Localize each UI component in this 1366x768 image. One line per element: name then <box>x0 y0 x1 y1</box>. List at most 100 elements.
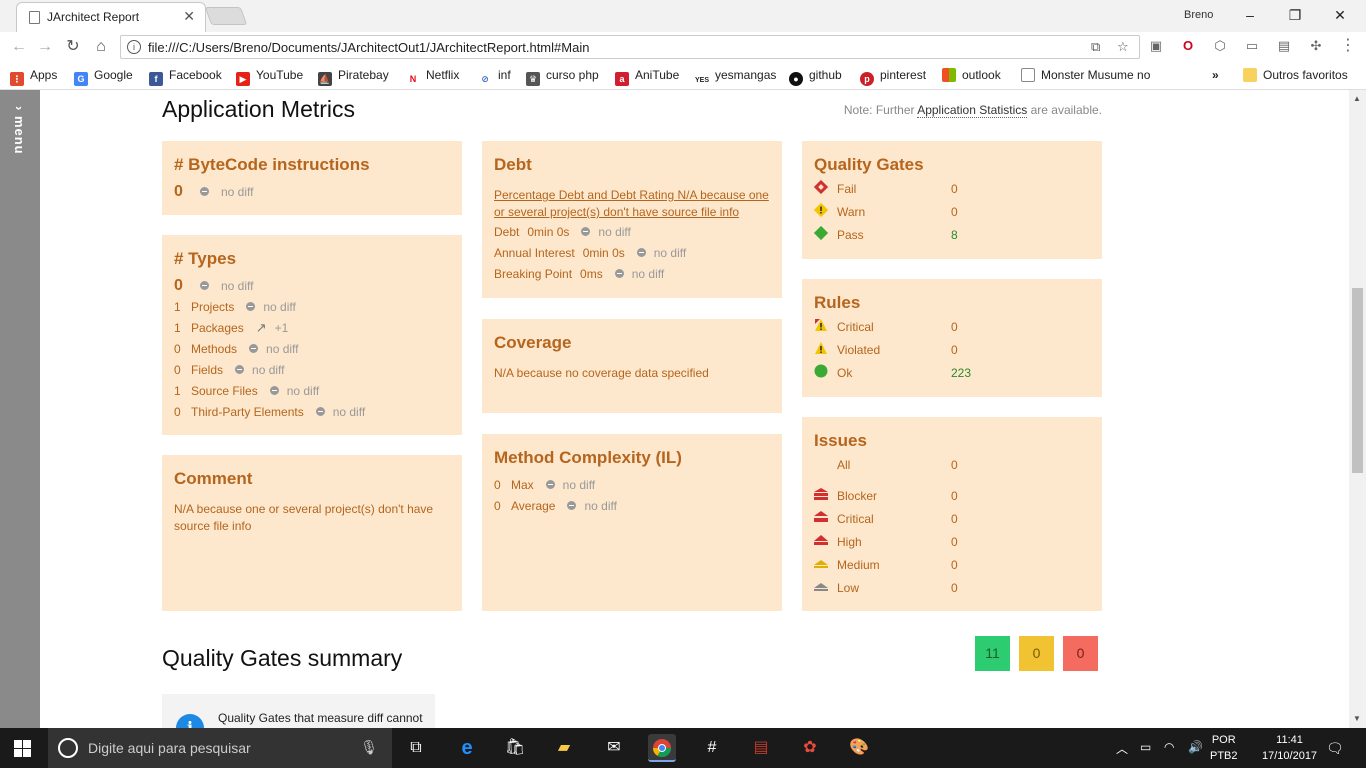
language-indicator[interactable]: POR PTB2 <box>1210 732 1238 764</box>
cortana-icon <box>58 738 78 758</box>
taskbar-search[interactable]: Digite aqui para pesquisar 🎙 <box>48 728 392 768</box>
mail-icon[interactable]: ✉ <box>600 734 628 762</box>
types-row-packages[interactable]: 1 Packages ↗ +1 <box>174 317 450 338</box>
side-menu-label[interactable]: › menu <box>12 106 27 155</box>
qg-summary-warn-box[interactable]: 0 <box>1019 636 1054 671</box>
ok-circle-icon <box>814 364 837 381</box>
types-row-fields[interactable]: 0 Fields no diff <box>174 359 450 380</box>
complexity-row-max[interactable]: 0 Max no diff <box>494 474 770 495</box>
debt-rating-link[interactable]: Percentage Debt and Debt Rating N/A beca… <box>494 188 769 219</box>
paint-icon[interactable]: 🎨 <box>845 734 873 762</box>
new-tab-button[interactable] <box>204 7 248 25</box>
reload-icon[interactable]: ↻ <box>62 36 84 58</box>
start-windows-icon[interactable] <box>14 740 32 757</box>
qg-summary-fail-box[interactable]: 0 <box>1063 636 1098 671</box>
info-icon[interactable]: i <box>127 40 141 54</box>
tab-close-icon[interactable]: ✕ <box>183 8 195 25</box>
close-window-button[interactable]: ✕ <box>1320 4 1360 26</box>
extension-screen-icon[interactable]: ▭ <box>1243 37 1261 55</box>
minimize-button[interactable]: – <box>1230 4 1270 26</box>
rules-row-ok[interactable]: Ok 223 <box>814 361 1090 384</box>
bookmark-facebook[interactable]: f Facebook <box>149 68 222 86</box>
extension-cube-icon[interactable]: ⬡ <box>1211 37 1229 55</box>
scroll-thumb[interactable] <box>1352 288 1363 473</box>
bookmark-other-favorites[interactable]: Outros favoritos <box>1243 68 1348 82</box>
app-statistics-link[interactable]: Application Statistics <box>917 103 1028 118</box>
bookmark-google[interactable]: G Google <box>74 68 133 86</box>
bookmark-monster-musume[interactable]: Monster Musume no <box>1021 68 1150 82</box>
more-bookmarks-button[interactable]: » <box>1212 68 1219 82</box>
volume-icon[interactable]: 🔊 <box>1188 740 1203 754</box>
store-icon[interactable]: 🛍 <box>501 734 529 762</box>
qg-summary-pass-box[interactable]: 11 <box>975 636 1010 671</box>
bookmark-inf[interactable]: ⊘ inf <box>478 68 511 86</box>
scroll-down-icon[interactable]: ▼ <box>1353 714 1361 723</box>
tray-chevron-icon[interactable]: ︿ <box>1116 740 1128 757</box>
edge-icon[interactable]: e <box>453 734 481 762</box>
windows-icon <box>942 68 956 82</box>
slack-icon[interactable]: # <box>698 734 726 762</box>
bookmark-curso-php[interactable]: ♛ curso php <box>526 68 599 86</box>
wifi-icon[interactable]: ◠ <box>1164 740 1174 754</box>
forward-arrow-icon[interactable]: → <box>34 36 56 58</box>
qg-row-pass[interactable]: Pass 8 <box>813 223 1090 246</box>
extension-camera-icon[interactable]: ▣ <box>1147 37 1165 55</box>
pass-diamond-icon <box>813 225 837 243</box>
types-row-source-files[interactable]: 1 Source Files no diff <box>174 380 450 401</box>
types-row-methods[interactable]: 0 Methods no diff <box>174 338 450 359</box>
comment-text: N/A because one or several project(s) do… <box>174 502 434 533</box>
issues-row-medium[interactable]: Medium 0 <box>814 553 1090 576</box>
types-row-projects[interactable]: 1 Projects no diff <box>174 296 450 317</box>
bookmark-youtube[interactable]: ▶ YouTube <box>236 68 303 86</box>
rules-row-violated[interactable]: Violated 0 <box>814 338 1090 361</box>
complexity-row-average[interactable]: 0 Average no diff <box>494 495 770 516</box>
opera-icon[interactable]: O <box>1179 37 1197 55</box>
chrome-menu-icon[interactable]: ⋮ <box>1339 37 1357 55</box>
bytecode-card: # ByteCode instructions 0 no diff <box>162 141 462 215</box>
issues-row-high[interactable]: High 0 <box>814 530 1090 553</box>
bookmark-anitube[interactable]: a AniTube <box>615 68 679 86</box>
extension-pdf-icon[interactable]: ▤ <box>1275 37 1293 55</box>
profile-name[interactable]: Breno <box>1184 9 1213 21</box>
back-arrow-icon[interactable]: ← <box>8 36 30 58</box>
bookmark-pinterest[interactable]: p pinterest <box>860 68 926 86</box>
scroll-up-icon[interactable]: ▲ <box>1353 94 1361 103</box>
vertical-scrollbar[interactable]: ▲ ▼ <box>1349 90 1366 728</box>
bookmark-yesmangas[interactable]: YES yesmangas <box>695 68 776 88</box>
bookmark-github[interactable]: ● github <box>789 68 842 86</box>
file-explorer-icon[interactable]: ▰ <box>550 734 578 762</box>
qg-row-fail[interactable]: Fail 0 <box>813 177 1090 200</box>
taskbar-search-placeholder: Digite aqui para pesquisar <box>88 740 251 756</box>
bookmark-piratebay[interactable]: ⛵ Piratebay <box>318 68 389 86</box>
rules-row-critical[interactable]: Critical 0 <box>814 315 1090 338</box>
restore-button[interactable]: ❐ <box>1275 4 1315 26</box>
bookmark-star-icon[interactable]: ☆ <box>1117 39 1129 55</box>
bookmark-netflix[interactable]: N Netflix <box>406 68 459 86</box>
page-icon <box>29 11 40 24</box>
bookmark-apps[interactable]: ⋮ Apps <box>10 68 57 86</box>
task-view-icon[interactable]: ⧉ <box>402 734 430 762</box>
issues-row-low[interactable]: Low 0 <box>814 576 1090 599</box>
no-diff-icon <box>200 187 209 196</box>
microphone-icon[interactable]: 🎙 <box>360 739 378 756</box>
types-row-third-party[interactable]: 0 Third-Party Elements no diff <box>174 401 450 422</box>
issues-row-blocker[interactable]: Blocker 0 <box>814 484 1090 507</box>
extension-gear-icon[interactable]: ✣ <box>1307 37 1325 55</box>
address-bar[interactable]: i file:///C:/Users/Breno/Documents/JArch… <box>120 35 1140 59</box>
browser-tab[interactable]: JArchitect Report ✕ <box>16 2 206 32</box>
translate-icon[interactable]: ⧉ <box>1091 39 1100 55</box>
chrome-icon[interactable] <box>648 734 676 762</box>
java-app-icon[interactable]: ✿ <box>796 734 824 762</box>
url-text[interactable]: file:///C:/Users/Breno/Documents/JArchit… <box>148 40 589 55</box>
qg-row-warn[interactable]: Warn 0 <box>813 200 1090 223</box>
issues-title: Issues <box>814 431 867 450</box>
taskbar-clock[interactable]: 11:41 17/10/2017 <box>1262 732 1317 764</box>
notifications-icon[interactable]: 🗨 <box>1326 740 1344 757</box>
side-menu[interactable]: › menu <box>0 90 40 728</box>
battery-icon[interactable]: ▭ <box>1140 740 1151 754</box>
winrar-icon[interactable]: ▤ <box>747 734 775 762</box>
issues-row-all[interactable]: All 0 <box>814 453 1090 476</box>
home-icon[interactable]: ⌂ <box>90 36 112 58</box>
bookmark-outlook[interactable]: outlook <box>942 68 1001 82</box>
issues-row-critical[interactable]: Critical 0 <box>814 507 1090 530</box>
